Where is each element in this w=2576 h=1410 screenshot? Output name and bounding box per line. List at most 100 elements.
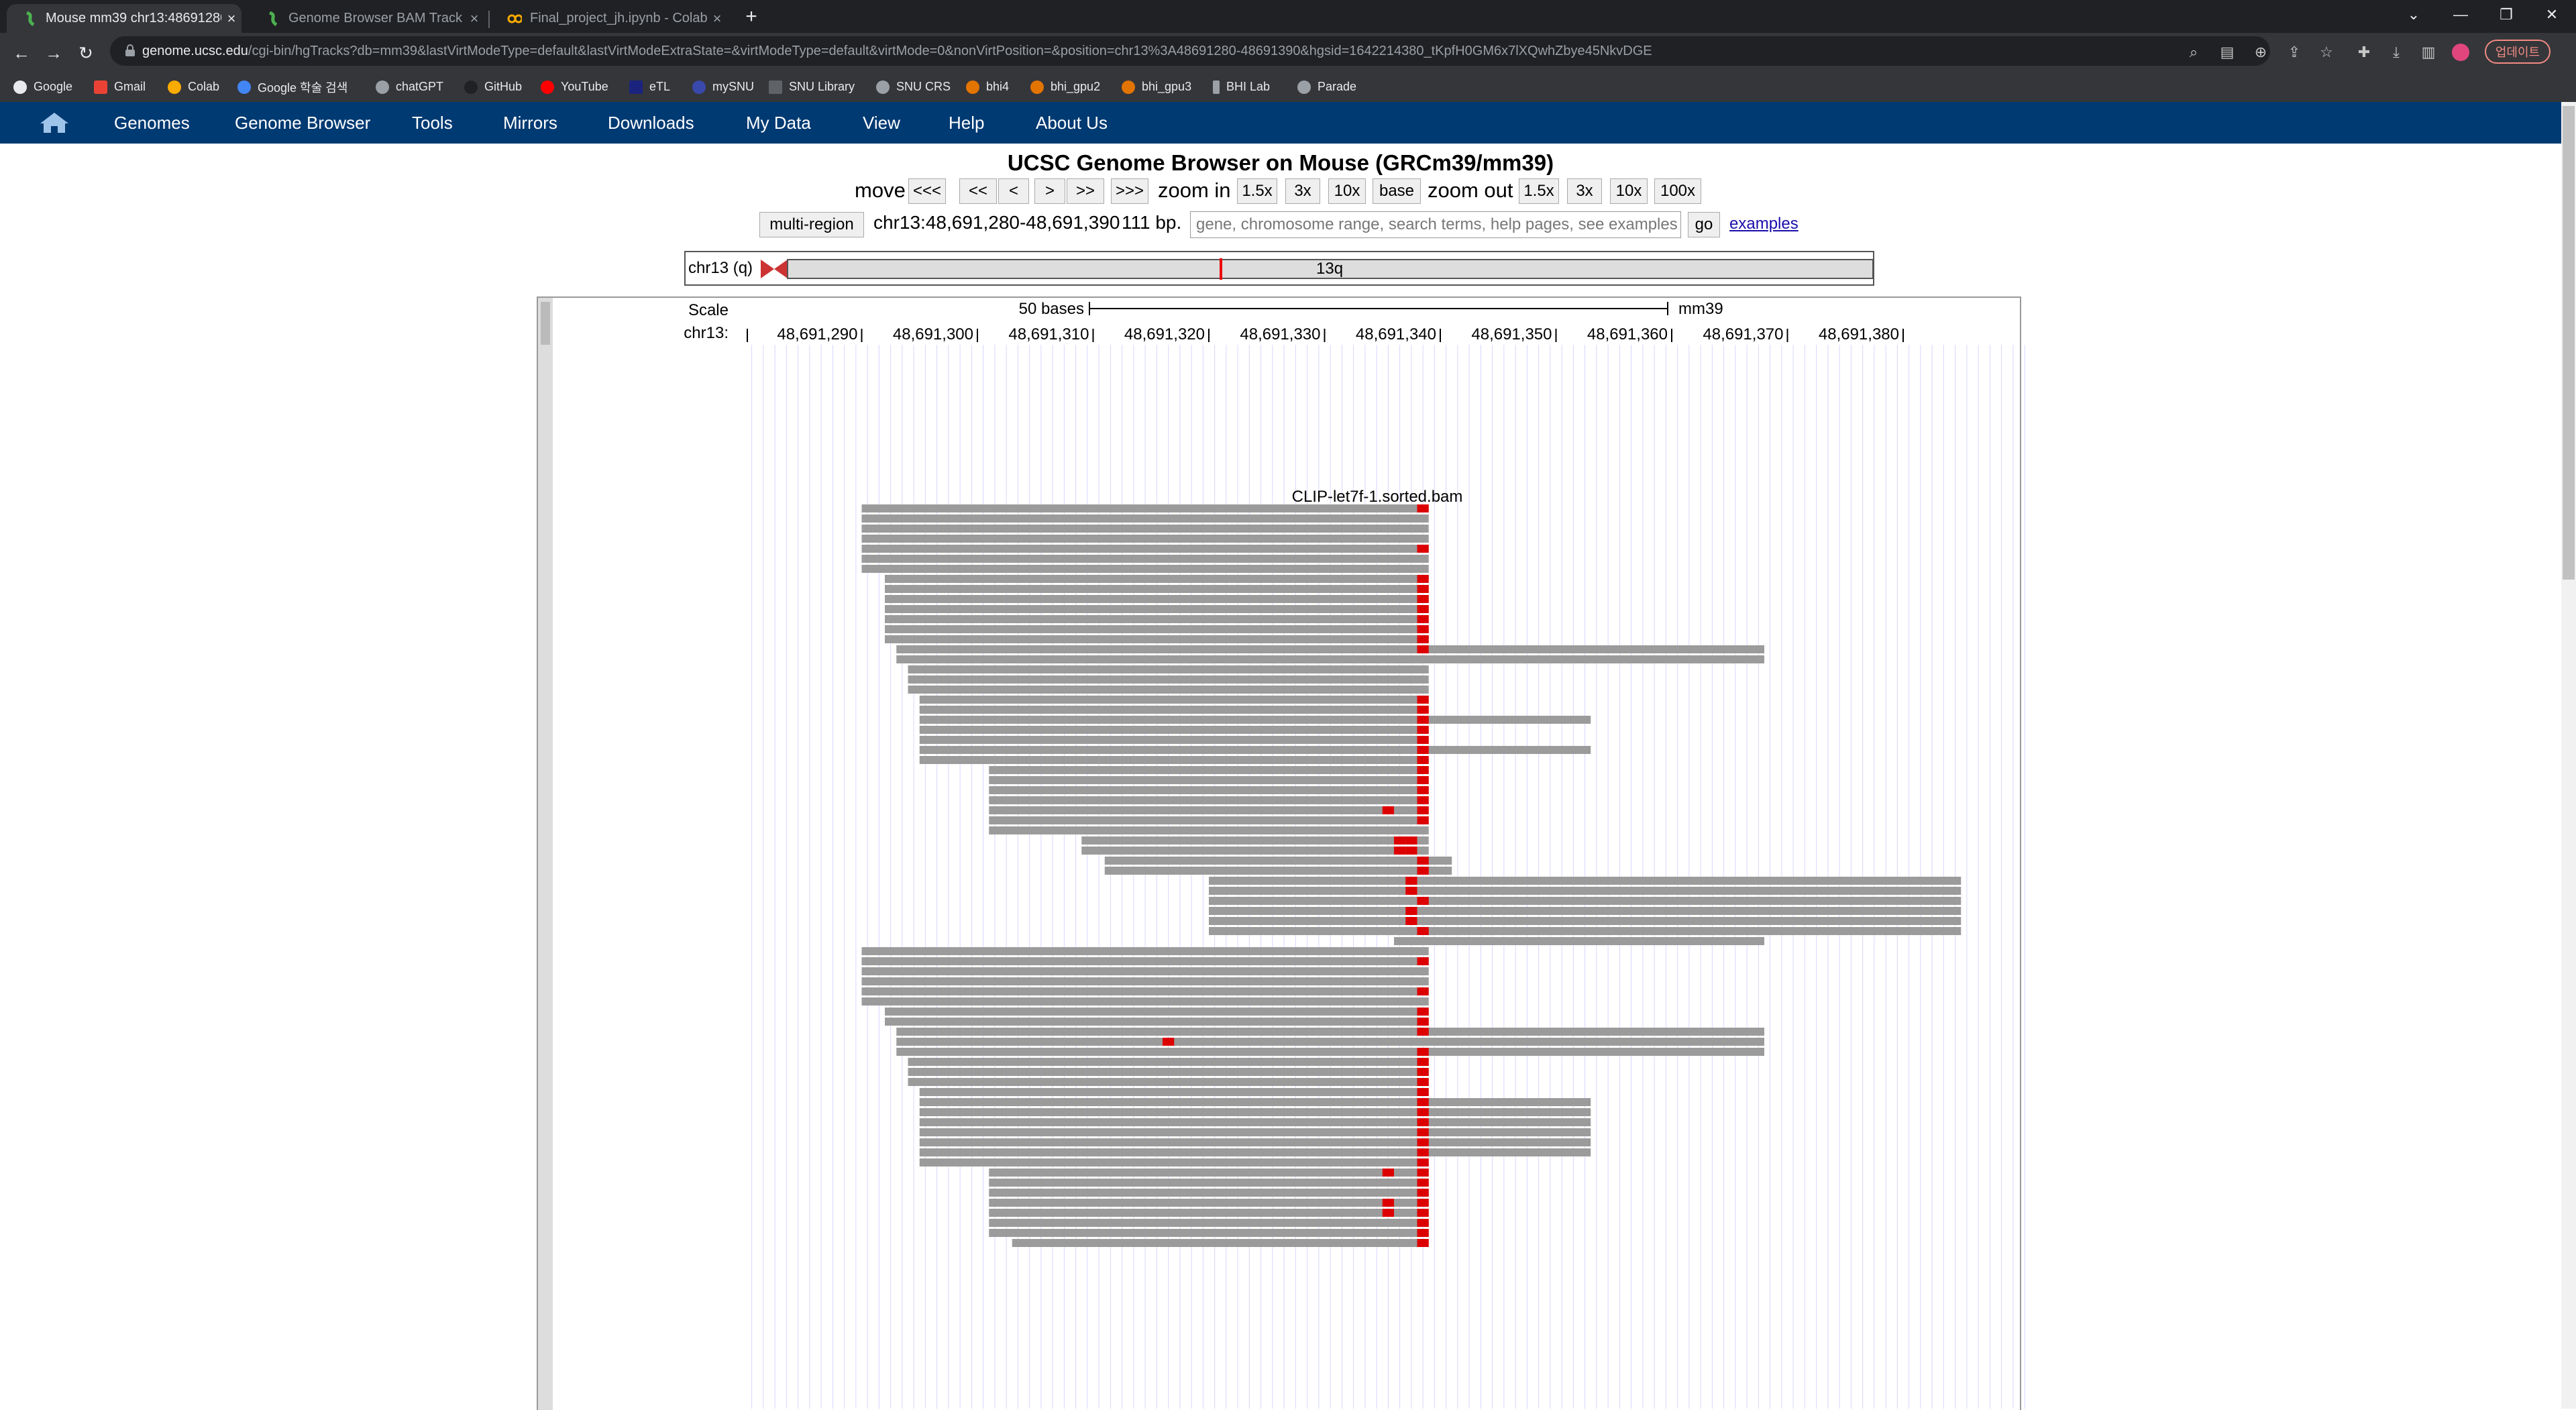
read-alignment bbox=[885, 1008, 1429, 1016]
download-icon[interactable]: ⤓ bbox=[2385, 42, 2407, 63]
nav-downloads[interactable]: Downloads bbox=[608, 102, 694, 144]
extensions-puzzle-icon[interactable]: ✚ bbox=[2353, 42, 2375, 63]
bookmark-item[interactable]: SNU Library bbox=[769, 72, 855, 102]
new-tab-button[interactable]: + bbox=[739, 5, 763, 30]
lab-icon bbox=[1213, 80, 1220, 94]
chrom-label: chr13: bbox=[684, 324, 729, 342]
zoom-icon[interactable]: ⊕ bbox=[2250, 42, 2271, 63]
nav-tools[interactable]: Tools bbox=[412, 102, 453, 144]
profile-avatar-icon[interactable] bbox=[2450, 42, 2471, 63]
bookmark-item[interactable]: mySNU bbox=[692, 72, 754, 102]
share-icon[interactable]: ⇪ bbox=[2284, 42, 2305, 63]
mismatch-mark bbox=[1417, 1078, 1429, 1086]
read-alignment bbox=[919, 1098, 1591, 1106]
mismatch-mark bbox=[1417, 1088, 1429, 1096]
bookmark-item[interactable]: bhi_gpu3 bbox=[1122, 72, 1191, 102]
nav-about-us[interactable]: About Us bbox=[1036, 102, 1108, 144]
nav-genomes[interactable]: Genomes bbox=[114, 102, 190, 144]
nav-genome-browser[interactable]: Genome Browser bbox=[235, 102, 370, 144]
mismatch-mark bbox=[1417, 504, 1429, 512]
read-alignment bbox=[908, 1078, 1429, 1086]
restore-window-button[interactable]: ❐ bbox=[2486, 0, 2526, 30]
scale-ruler: Scale 50 bases mm39 chr13: 48,691,290 48,… bbox=[684, 300, 1904, 506]
read-alignment bbox=[861, 987, 1429, 995]
read-alignment bbox=[1209, 907, 1962, 915]
read-alignment bbox=[908, 686, 1429, 694]
browser-tab[interactable]: Genome Browser BAM Track Fo × bbox=[250, 4, 484, 33]
nav-view[interactable]: View bbox=[863, 102, 900, 144]
ucsc-nav-bar: Genomes Genome Browser Tools Mirrors Dow… bbox=[0, 102, 2561, 144]
read-alignment bbox=[896, 1048, 1764, 1056]
search-icon[interactable]: ⌕ bbox=[2183, 42, 2204, 63]
browser-tab[interactable]: Final_project_jh.ipynb - Colabor × bbox=[491, 4, 727, 33]
bookmark-item[interactable]: BHI Lab bbox=[1213, 72, 1270, 102]
mismatch-mark bbox=[1417, 1068, 1429, 1076]
read-alignment bbox=[989, 776, 1429, 784]
update-button[interactable]: 업데이트 bbox=[2485, 40, 2551, 64]
mismatch-mark bbox=[1417, 1148, 1429, 1156]
scale-bar-label: 50 bases bbox=[1019, 300, 1084, 318]
read-alignment bbox=[861, 535, 1429, 543]
bookmark-item[interactable]: chatGPT bbox=[376, 72, 443, 102]
browser-tab[interactable]: Mouse mm39 chr13:48691280- × bbox=[7, 4, 241, 33]
read-alignment bbox=[1209, 897, 1962, 905]
close-tab-icon[interactable]: × bbox=[464, 10, 484, 28]
tick-label: 48,691,340 bbox=[1356, 325, 1436, 343]
bookmark-item[interactable]: Gmail bbox=[94, 72, 146, 102]
side-panel-icon[interactable]: ▥ bbox=[2418, 42, 2439, 63]
translate-icon[interactable]: ▤ bbox=[2216, 42, 2238, 63]
ucsc-favicon-icon bbox=[266, 11, 280, 26]
mismatch-mark bbox=[1417, 1058, 1429, 1066]
read-alignment bbox=[861, 957, 1429, 965]
read-alignment bbox=[885, 625, 1429, 633]
tick-label: 48,691,330 bbox=[1240, 325, 1320, 343]
minimize-window-button[interactable]: — bbox=[2440, 0, 2481, 30]
mismatch-mark bbox=[1405, 907, 1417, 915]
bookmark-label: mySNU bbox=[712, 80, 754, 93]
bookmark-item[interactable]: SNU CRS bbox=[876, 72, 951, 102]
read-alignment bbox=[919, 1148, 1591, 1156]
bookmark-item[interactable]: bhi4 bbox=[966, 72, 1009, 102]
address-bar[interactable]: genome.ucsc.edu/cgi-bin/hgTracks?db=mm39… bbox=[110, 36, 2270, 66]
bookmark-item[interactable]: Google 학술 검색 bbox=[237, 72, 347, 102]
page-scrollbar-thumb[interactable] bbox=[2563, 106, 2575, 580]
close-tab-icon[interactable]: × bbox=[707, 10, 727, 28]
bookmark-item[interactable]: YouTube bbox=[541, 72, 608, 102]
nav-help[interactable]: Help bbox=[949, 102, 984, 144]
home-icon[interactable] bbox=[39, 111, 70, 134]
read-alignment bbox=[908, 1068, 1429, 1076]
mismatch-mark bbox=[1417, 766, 1429, 774]
mismatch-mark bbox=[1382, 1169, 1394, 1177]
bookmark-star-icon[interactable]: ☆ bbox=[2316, 42, 2337, 63]
tick-label: 48,691,290 bbox=[777, 325, 857, 343]
read-alignment bbox=[896, 645, 1764, 653]
forward-arrow-icon[interactable]: → bbox=[39, 38, 68, 68]
read-alignment bbox=[989, 1179, 1429, 1187]
close-tab-icon[interactable]: × bbox=[221, 10, 241, 28]
nav-my-data[interactable]: My Data bbox=[746, 102, 811, 144]
mismatch-mark bbox=[1382, 1199, 1394, 1207]
nav-mirrors[interactable]: Mirrors bbox=[503, 102, 557, 144]
tick-label: 48,691,370 bbox=[1703, 325, 1783, 343]
chatgpt-icon bbox=[376, 80, 389, 94]
bookmark-item[interactable]: GitHub bbox=[464, 72, 522, 102]
mismatch-mark bbox=[1417, 1098, 1429, 1106]
bookmark-item[interactable]: Parade bbox=[1297, 72, 1356, 102]
bookmark-item[interactable]: Google bbox=[13, 72, 72, 102]
jupyter-icon bbox=[966, 80, 979, 94]
mismatch-mark bbox=[1417, 1209, 1429, 1217]
mismatch-mark bbox=[1417, 615, 1429, 623]
mismatch-mark bbox=[1405, 887, 1417, 895]
bookmark-item[interactable]: bhi_gpu2 bbox=[1030, 72, 1100, 102]
tab-title: Genome Browser BAM Track Fo bbox=[288, 11, 464, 25]
reload-icon[interactable]: ↻ bbox=[71, 38, 101, 68]
gmail-icon bbox=[94, 80, 107, 94]
tick-label: 48,691,320 bbox=[1124, 325, 1205, 343]
mismatch-mark bbox=[1417, 726, 1429, 734]
tab-search-chevron-icon[interactable]: ⌄ bbox=[2394, 0, 2434, 30]
bookmark-item[interactable]: eTL bbox=[629, 72, 670, 102]
read-alignment bbox=[861, 555, 1429, 563]
bookmark-item[interactable]: Colab bbox=[168, 72, 219, 102]
close-window-button[interactable]: ✕ bbox=[2532, 0, 2572, 30]
back-arrow-icon[interactable]: ← bbox=[7, 38, 36, 68]
